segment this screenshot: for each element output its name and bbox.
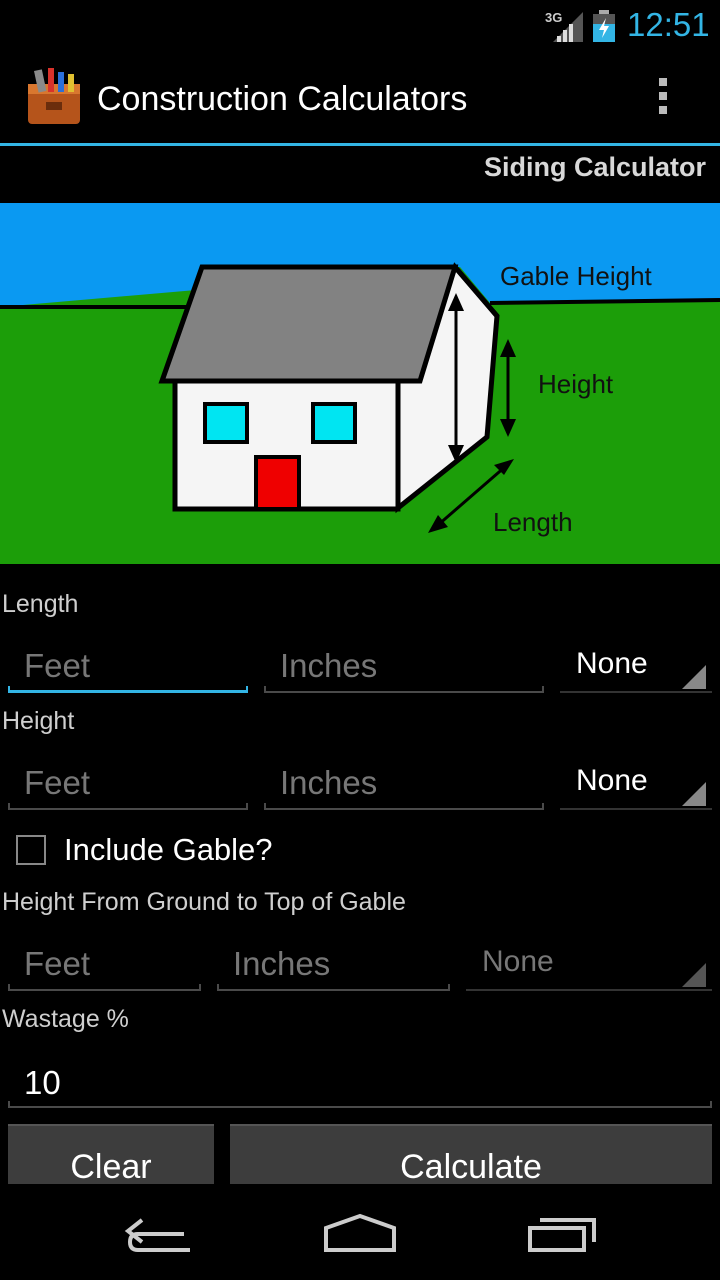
height-label-text: Height bbox=[2, 707, 75, 735]
wastage-label: Wastage % bbox=[2, 1005, 129, 1033]
height-label: Height bbox=[538, 369, 614, 399]
height-feet-input[interactable]: Feet bbox=[8, 760, 248, 810]
clock: 12:51 bbox=[627, 6, 710, 43]
spinner-arrow-icon bbox=[682, 963, 706, 987]
length-inches-input[interactable]: Inches bbox=[264, 643, 544, 693]
length-unit-spinner[interactable]: None bbox=[560, 643, 712, 693]
siding-diagram: Gable Height Height Length bbox=[0, 203, 720, 564]
gable-height-label-text: Height From Ground to Top of Gable bbox=[2, 888, 406, 916]
status-bar: 3G 12:51 bbox=[0, 0, 720, 50]
gable-unit-spinner[interactable]: None bbox=[466, 941, 712, 991]
window-right bbox=[311, 402, 357, 444]
door bbox=[254, 455, 301, 511]
length-label: Length bbox=[493, 507, 573, 537]
gable-height-label: Gable Height bbox=[500, 261, 653, 291]
action-bar: Construction Calculators bbox=[0, 50, 720, 144]
recent-apps-icon[interactable] bbox=[526, 1214, 598, 1254]
include-gable-label[interactable]: Include Gable? bbox=[64, 832, 273, 868]
signal-icon bbox=[553, 12, 583, 42]
gable-feet-input[interactable]: Feet bbox=[8, 941, 201, 991]
navigation-bar bbox=[0, 1184, 720, 1280]
clear-button[interactable]: Clear bbox=[8, 1124, 214, 1186]
overflow-menu-icon[interactable] bbox=[648, 78, 678, 122]
roof bbox=[158, 264, 459, 384]
spinner-arrow-icon bbox=[682, 782, 706, 806]
back-icon[interactable] bbox=[124, 1214, 196, 1254]
height-inches-input[interactable]: Inches bbox=[264, 760, 544, 810]
include-gable-checkbox[interactable] bbox=[16, 835, 46, 865]
gable-inches-input[interactable]: Inches bbox=[217, 941, 450, 991]
window-left bbox=[203, 402, 249, 444]
battery-charging-icon bbox=[593, 10, 615, 42]
screen-title: Siding Calculator bbox=[483, 152, 706, 182]
spinner-arrow-icon bbox=[682, 665, 706, 689]
toolbox-icon[interactable] bbox=[26, 66, 84, 128]
length-label-text: Length bbox=[2, 590, 79, 618]
action-bar-divider bbox=[0, 143, 720, 146]
wastage-input[interactable]: 10 bbox=[8, 1058, 712, 1108]
length-feet-input[interactable]: Feet bbox=[8, 643, 248, 693]
calculate-button[interactable]: Calculate bbox=[230, 1124, 712, 1186]
height-unit-spinner[interactable]: None bbox=[560, 760, 712, 810]
home-icon[interactable] bbox=[322, 1212, 398, 1254]
app-title: Construction Calculators bbox=[97, 80, 468, 118]
